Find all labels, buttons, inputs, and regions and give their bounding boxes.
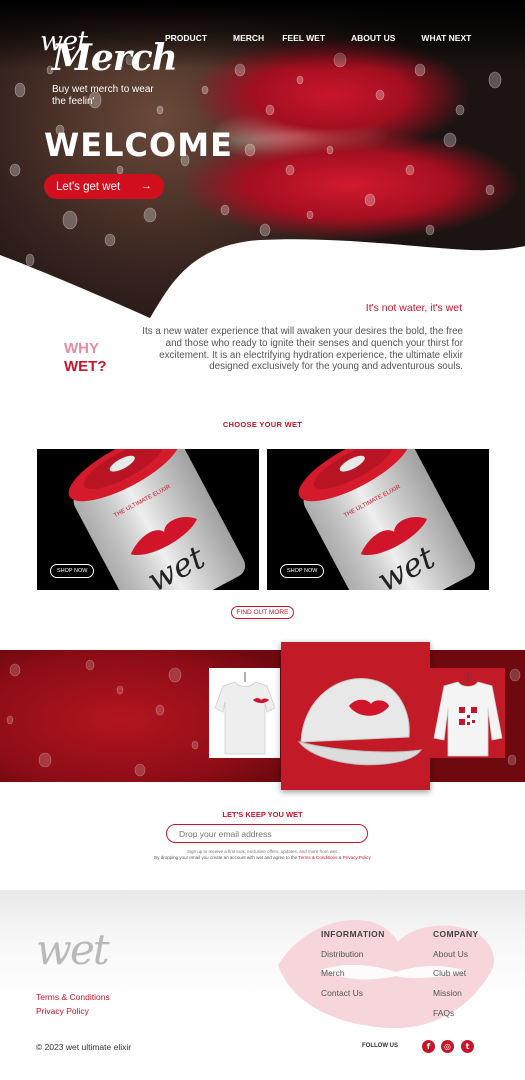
lets-get-wet-button[interactable]: Let's get wet → (44, 174, 164, 199)
cap-image (281, 642, 430, 790)
follow-us-label: FOLLOW US (362, 1043, 398, 1049)
choose-section-title: CHOOSE YOUR WET (222, 420, 303, 429)
tshirt-image (209, 668, 280, 758)
footer-information-title: INFORMATION (321, 929, 385, 939)
nav-item-what-next[interactable]: WHAT NEXT (421, 33, 471, 43)
why-description: Its a new water experience that will awa… (142, 326, 463, 373)
twitter-icon[interactable]: t (461, 1040, 474, 1053)
consent-text: By dropping your email you create an acc… (154, 855, 298, 860)
merch-item-tshirt[interactable] (209, 668, 280, 758)
shop-now-button[interactable]: SHOP NOW (280, 564, 325, 578)
footer-link-distribution[interactable]: Distribution (321, 949, 364, 959)
main-nav: PRODUCT MERCH FEEL WET ABOUT US WHAT NEX… (165, 33, 471, 43)
newsletter-title: LET'S KEEP YOU WET (222, 810, 303, 819)
footer-logo[interactable]: wet (36, 925, 110, 974)
why-heading-line2: WET? (64, 358, 107, 375)
nav-item-feel-wet[interactable]: FEEL WET (282, 33, 325, 43)
product-card[interactable]: wet THE ULTIMATE ELIXIR SHOP NOW (37, 449, 259, 590)
hero-title: WELCOME (44, 126, 233, 164)
footer-link-merch[interactable]: Merch (321, 968, 345, 978)
find-out-more-button[interactable]: FIND OUT MORE (231, 606, 294, 619)
footer-link-faqs[interactable]: FAQs (433, 1008, 454, 1018)
footer-link-mission[interactable]: Mission (433, 988, 462, 998)
footer-link-club-wet[interactable]: Club wet (433, 968, 466, 978)
nav-item-merch[interactable]: MERCH (233, 33, 264, 43)
copyright: © 2023 wet ultimate elixir (36, 1042, 132, 1052)
arrow-right-icon: → (141, 180, 152, 192)
why-heading-line1: WHY (64, 340, 99, 357)
footer-terms-link[interactable]: Terms & Conditions (36, 992, 110, 1002)
merch-subtitle: Buy wet merch to wear the feelin' (52, 84, 154, 107)
why-heading: WHY WET? (64, 340, 107, 376)
email-input[interactable] (166, 824, 368, 843)
merch-title: Merch (52, 37, 178, 79)
footer-company-title: COMPANY (433, 929, 479, 939)
newsletter-fine-print: Sign up to receive a first look, exclusi… (187, 849, 338, 854)
footer-link-about-us[interactable]: About Us (433, 949, 468, 959)
product-card[interactable]: wet THE ULTIMATE ELIXIR SHOP NOW (267, 449, 489, 590)
shop-now-button[interactable]: SHOP NOW (50, 564, 95, 578)
terms-link[interactable]: Terms & Conditions (298, 855, 337, 860)
nav-item-about-us[interactable]: ABOUT US (351, 33, 395, 43)
tagline: It's not water, it's wet (365, 302, 462, 314)
instagram-icon[interactable]: ◎ (441, 1040, 454, 1053)
footer-privacy-link[interactable]: Privacy Policy (36, 1006, 89, 1016)
privacy-link[interactable]: Privacy Policy (343, 855, 371, 860)
merch-item-sweatshirt[interactable] (430, 668, 505, 758)
hero-button-label: Let's get wet (56, 180, 121, 193)
merch-item-cap[interactable] (281, 642, 430, 790)
consent-and: & (338, 855, 342, 860)
facebook-icon[interactable]: f (422, 1040, 435, 1053)
sweatshirt-image (430, 668, 505, 758)
footer-link-contact-us[interactable]: Contact Us (321, 988, 363, 998)
newsletter-consent: By dropping your email you create an acc… (0, 855, 525, 860)
